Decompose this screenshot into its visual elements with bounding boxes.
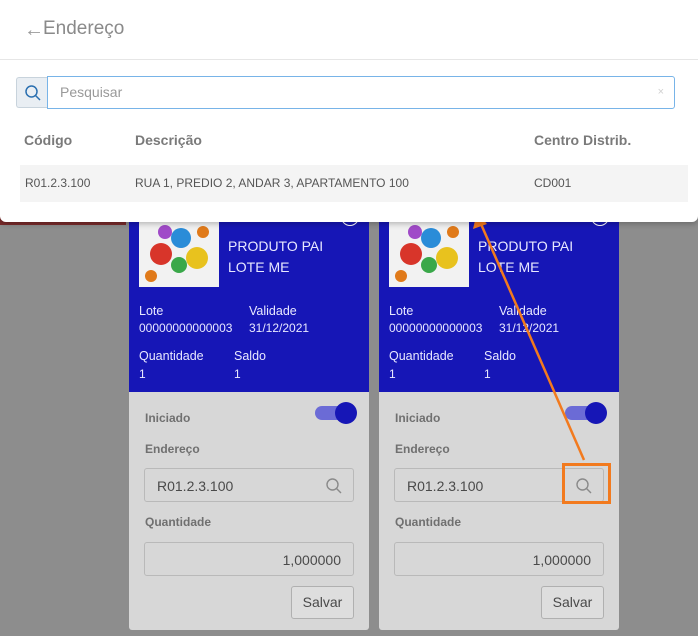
search-input[interactable]: Pesquisar × bbox=[47, 76, 675, 109]
cell-centro: CD001 bbox=[534, 176, 572, 190]
column-header-codigo: Código bbox=[24, 132, 73, 148]
modal-header: ← Endereço bbox=[0, 0, 698, 60]
search-button[interactable] bbox=[16, 77, 48, 108]
address-search-modal: ← Endereço Pesquisar × Código Descrição … bbox=[0, 0, 698, 222]
cell-codigo: R01.2.3.100 bbox=[25, 176, 91, 190]
column-header-centro: Centro Distrib. bbox=[534, 132, 632, 148]
column-header-descricao: Descrição bbox=[135, 132, 202, 148]
modal-title: Endereço bbox=[43, 18, 125, 39]
search-icon bbox=[25, 85, 41, 101]
back-arrow-icon[interactable]: ← bbox=[24, 19, 44, 41]
cell-descricao: RUA 1, PREDIO 2, ANDAR 3, APARTAMENTO 10… bbox=[135, 176, 409, 190]
clear-icon[interactable]: × bbox=[658, 77, 664, 107]
